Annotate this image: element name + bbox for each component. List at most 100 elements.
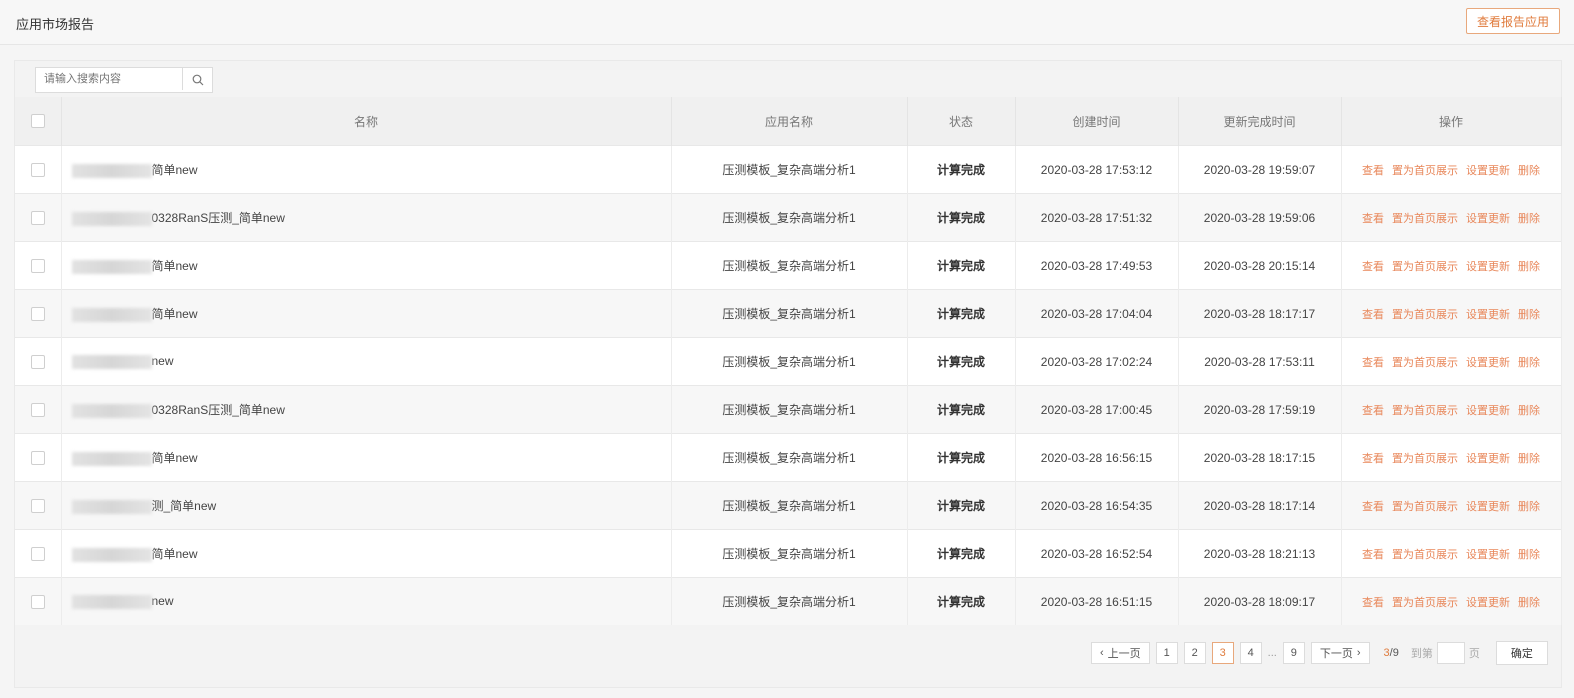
set-home-link[interactable]: 置为首页展示 <box>1392 549 1458 561</box>
delete-link[interactable]: 删除 <box>1518 597 1540 609</box>
set-home-link[interactable]: 置为首页展示 <box>1392 597 1458 609</box>
column-header-status[interactable]: 状态 <box>907 97 1016 146</box>
select-all-cell <box>15 97 62 146</box>
app-name-cell: 压测模板_复杂高端分析1 <box>671 193 908 242</box>
updated-time-cell: 2020-03-28 17:53:11 <box>1178 337 1342 386</box>
set-home-link[interactable]: 置为首页展示 <box>1392 261 1458 273</box>
view-link[interactable]: 查看 <box>1362 501 1384 513</box>
view-link[interactable]: 查看 <box>1362 453 1384 465</box>
view-link[interactable]: 查看 <box>1362 357 1384 369</box>
view-link[interactable]: 查看 <box>1362 597 1384 609</box>
view-link[interactable]: 查看 <box>1362 213 1384 225</box>
set-home-link[interactable]: 置为首页展示 <box>1392 405 1458 417</box>
set-update-link[interactable]: 设置更新 <box>1466 357 1510 369</box>
search-button[interactable] <box>183 68 212 92</box>
set-update-link[interactable]: 设置更新 <box>1466 405 1510 417</box>
table-header-row: 名称 应用名称 状态 创建时间 更新完成时间 操作 <box>15 97 1562 146</box>
delete-link[interactable]: 删除 <box>1518 309 1540 321</box>
set-update-link[interactable]: 设置更新 <box>1466 213 1510 225</box>
set-home-link[interactable]: 置为首页展示 <box>1392 357 1458 369</box>
set-update-link[interactable]: 设置更新 <box>1466 165 1510 177</box>
view-link[interactable]: 查看 <box>1362 309 1384 321</box>
row-checkbox[interactable] <box>30 498 45 513</box>
view-link[interactable]: 查看 <box>1362 549 1384 561</box>
delete-link[interactable]: 删除 <box>1518 165 1540 177</box>
row-checkbox[interactable] <box>30 162 45 177</box>
report-table: 名称 应用名称 状态 创建时间 更新完成时间 操作 简单new 压测模板_复杂高… <box>15 97 1562 625</box>
updated-time-cell: 2020-03-28 18:17:14 <box>1178 481 1342 530</box>
ops-cell: 查看 置为首页展示 设置更新 删除 <box>1341 577 1562 625</box>
ops-cell: 查看 置为首页展示 设置更新 删除 <box>1341 193 1562 242</box>
delete-link[interactable]: 删除 <box>1518 549 1540 561</box>
report-table-panel: 名称 应用名称 状态 创建时间 更新完成时间 操作 简单new 压测模板_复杂高… <box>14 60 1562 688</box>
report-name[interactable]: 简单new <box>152 259 198 273</box>
row-checkbox[interactable] <box>30 594 45 609</box>
table-row: new 压测模板_复杂高端分析1 计算完成 2020-03-28 16:51:1… <box>15 577 1562 625</box>
page-button-9[interactable]: 9 <box>1282 642 1305 664</box>
page-button-4[interactable]: 4 <box>1239 642 1262 664</box>
report-name[interactable]: new <box>152 354 174 368</box>
set-update-link[interactable]: 设置更新 <box>1466 261 1510 273</box>
column-header-updated[interactable]: 更新完成时间 <box>1178 97 1342 146</box>
next-page-button[interactable]: 下一页 › <box>1310 642 1370 664</box>
column-header-name[interactable]: 名称 <box>61 97 672 146</box>
set-home-link[interactable]: 置为首页展示 <box>1392 213 1458 225</box>
report-name[interactable]: 0328RanS压测_简单new <box>152 403 285 417</box>
row-select-cell <box>15 241 62 290</box>
row-checkbox[interactable] <box>30 450 45 465</box>
delete-link[interactable]: 删除 <box>1518 261 1540 273</box>
report-name[interactable]: 简单new <box>152 307 198 321</box>
row-checkbox[interactable] <box>30 258 45 273</box>
view-link[interactable]: 查看 <box>1362 165 1384 177</box>
page-button-2[interactable]: 2 <box>1183 642 1206 664</box>
goto-page-input[interactable] <box>1436 642 1465 664</box>
view-link[interactable]: 查看 <box>1362 261 1384 273</box>
set-home-link[interactable]: 置为首页展示 <box>1392 309 1458 321</box>
set-home-link[interactable]: 置为首页展示 <box>1392 501 1458 513</box>
updated-time-cell: 2020-03-28 18:09:17 <box>1178 577 1342 625</box>
delete-link[interactable]: 删除 <box>1518 213 1540 225</box>
ops-cell: 查看 置为首页展示 设置更新 删除 <box>1341 529 1562 578</box>
delete-link[interactable]: 删除 <box>1518 405 1540 417</box>
report-name[interactable]: 简单new <box>152 547 198 561</box>
set-update-link[interactable]: 设置更新 <box>1466 309 1510 321</box>
status-cell: 计算完成 <box>907 193 1016 242</box>
set-update-link[interactable]: 设置更新 <box>1466 501 1510 513</box>
page-button-1[interactable]: 1 <box>1155 642 1178 664</box>
delete-link[interactable]: 删除 <box>1518 453 1540 465</box>
report-name[interactable]: 测_简单new <box>152 499 217 513</box>
row-checkbox[interactable] <box>30 306 45 321</box>
set-home-link[interactable]: 置为首页展示 <box>1392 165 1458 177</box>
report-name[interactable]: 简单new <box>152 451 198 465</box>
app-name-cell: 压测模板_复杂高端分析1 <box>671 337 908 386</box>
goto-confirm-button[interactable]: 确定 <box>1495 641 1548 665</box>
report-name[interactable]: 0328RanS压测_简单new <box>152 211 285 225</box>
set-update-link[interactable]: 设置更新 <box>1466 453 1510 465</box>
page-header: 应用市场报告 查看报告应用 <box>0 0 1574 45</box>
report-name[interactable]: new <box>152 594 174 608</box>
row-select-cell <box>15 577 62 625</box>
view-link[interactable]: 查看 <box>1362 405 1384 417</box>
column-header-app-name[interactable]: 应用名称 <box>671 97 908 146</box>
ops-cell: 查看 置为首页展示 设置更新 删除 <box>1341 433 1562 482</box>
set-update-link[interactable]: 设置更新 <box>1466 597 1510 609</box>
delete-link[interactable]: 删除 <box>1518 357 1540 369</box>
table-row: 0328RanS压测_简单new 压测模板_复杂高端分析1 计算完成 2020-… <box>15 193 1562 242</box>
row-checkbox[interactable] <box>30 546 45 561</box>
redacted-name-blur <box>71 403 152 418</box>
delete-link[interactable]: 删除 <box>1518 501 1540 513</box>
page-button-3[interactable]: 3 <box>1211 642 1234 664</box>
row-checkbox[interactable] <box>30 210 45 225</box>
table-row: 简单new 压测模板_复杂高端分析1 计算完成 2020-03-28 17:49… <box>15 241 1562 290</box>
column-header-created[interactable]: 创建时间 <box>1015 97 1179 146</box>
table-row: new 压测模板_复杂高端分析1 计算完成 2020-03-28 17:02:2… <box>15 337 1562 386</box>
prev-page-button[interactable]: ‹ 上一页 <box>1091 642 1150 664</box>
set-home-link[interactable]: 置为首页展示 <box>1392 453 1458 465</box>
row-checkbox[interactable] <box>30 402 45 417</box>
search-input[interactable] <box>36 68 183 90</box>
view-report-app-button[interactable]: 查看报告应用 <box>1466 8 1560 34</box>
select-all-checkbox[interactable] <box>30 114 45 129</box>
set-update-link[interactable]: 设置更新 <box>1466 549 1510 561</box>
report-name[interactable]: 简单new <box>152 163 198 177</box>
row-checkbox[interactable] <box>30 354 45 369</box>
